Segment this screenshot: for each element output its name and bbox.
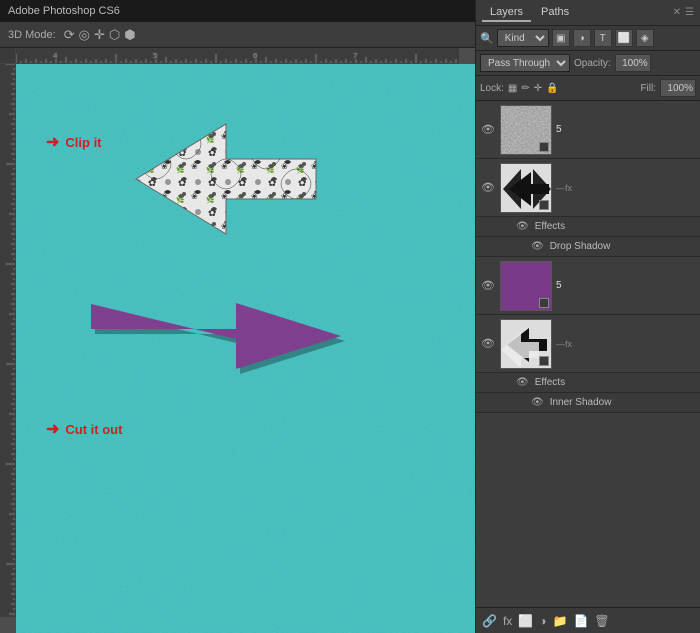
layer-eye-1[interactable]: 👁 bbox=[480, 122, 496, 138]
layer-chain-icon bbox=[539, 142, 549, 152]
layer-thumb-2 bbox=[500, 163, 552, 213]
scale-icon[interactable]: ⬢ bbox=[124, 27, 135, 43]
layer-eye-4[interactable]: 👁 bbox=[480, 336, 496, 352]
purple-arrow bbox=[71, 259, 351, 414]
layer-thumb-4 bbox=[500, 319, 552, 369]
inner-shadow-row: 👁 Inner Shadow bbox=[476, 393, 700, 413]
cut-it-out-label: Cut it out bbox=[65, 422, 122, 437]
effects-header-4: 👁 Effects bbox=[476, 373, 700, 393]
slide-icon[interactable]: ⬡ bbox=[109, 27, 120, 43]
ruler-vertical bbox=[0, 64, 16, 617]
fill-label: Fill: bbox=[640, 83, 656, 94]
blend-mode-select[interactable]: Pass Through Normal Multiply Screen bbox=[480, 54, 570, 72]
main-canvas: ➜ Clip it ✿ ❀ 🌿 bbox=[16, 64, 475, 633]
lock-paint-btn[interactable]: ✏ bbox=[521, 83, 529, 94]
pan-icon[interactable]: ✛ bbox=[94, 27, 105, 43]
layer-chain-icon-3 bbox=[539, 298, 549, 308]
drop-shadow-row: 👁 Drop Shadow bbox=[476, 237, 700, 257]
rotate-icon[interactable]: ⟳ bbox=[64, 27, 75, 43]
layers-panel: Layers Paths ✕ ☰ 🔍 Kind ▣ ◑ T ⬜ ◈ Pass T… bbox=[475, 0, 700, 633]
layer-thumb-3 bbox=[500, 261, 552, 311]
layers-bottom-toolbar: 🔗 fx ⬜ ◑ 📁 📄 🗑 bbox=[476, 607, 700, 633]
3d-mode-label: 3D Mode: bbox=[8, 29, 56, 41]
lock-transparent-btn[interactable]: ▦ bbox=[508, 83, 517, 94]
layer-eye-2[interactable]: 👁 bbox=[480, 180, 496, 196]
layer-name-3: 5 bbox=[556, 280, 696, 291]
layer-thumb-1 bbox=[500, 105, 552, 155]
drop-shadow-label: Drop Shadow bbox=[550, 241, 611, 252]
inner-shadow-eye[interactable]: 👁 bbox=[531, 397, 544, 408]
floral-arrow-svg: ✿ ❀ 🌿 bbox=[116, 114, 336, 244]
fx-label-4: —fx bbox=[556, 339, 572, 349]
arrow-right-clip-icon: ➜ bbox=[46, 132, 59, 152]
canvas-area: ➜ Clip it ✿ ❀ 🌿 bbox=[0, 48, 475, 633]
link-layers-icon[interactable]: 🔗 bbox=[482, 614, 497, 628]
layer-info-2: —fx bbox=[556, 183, 696, 193]
clip-it-label: Clip it bbox=[65, 135, 101, 150]
3d-toolbar-icons: ⟳ ◎ ✛ ⬡ ⬢ bbox=[64, 27, 136, 43]
arrow-right-cut-icon: ➜ bbox=[46, 419, 59, 439]
panel-close-icon[interactable]: ✕ bbox=[673, 7, 681, 18]
adjustment-filter-btn[interactable]: ◑ bbox=[573, 29, 591, 47]
drop-shadow-eye[interactable]: 👁 bbox=[531, 241, 544, 252]
layer-fx-4: —fx bbox=[556, 339, 696, 349]
panel-menu-icon[interactable]: ☰ bbox=[685, 7, 694, 18]
opacity-label: Opacity: bbox=[574, 58, 611, 69]
add-mask-icon[interactable]: ⬜ bbox=[518, 614, 533, 628]
new-group-icon[interactable]: 📁 bbox=[553, 614, 568, 628]
new-layer-icon[interactable]: 📄 bbox=[573, 614, 588, 628]
layer-chain-icon-4 bbox=[539, 356, 549, 366]
layer-eye-3[interactable]: 👁 bbox=[480, 278, 496, 294]
layer-item-4[interactable]: 👁 —fx bbox=[476, 315, 700, 373]
thumb-grainy-1 bbox=[501, 106, 551, 154]
clip-label-group: ➜ Clip it bbox=[46, 132, 102, 152]
fx-label-2: —fx bbox=[556, 183, 572, 193]
shape-filter-btn[interactable]: ⬜ bbox=[615, 29, 633, 47]
pixel-filter-btn[interactable]: ▣ bbox=[552, 29, 570, 47]
layers-blend-row: Pass Through Normal Multiply Screen Opac… bbox=[476, 51, 700, 76]
layer-info-1: 5 bbox=[556, 124, 696, 135]
effects-header-2: 👁 Effects bbox=[476, 217, 700, 237]
search-icon: 🔍 bbox=[480, 32, 494, 45]
layer-info-4: —fx bbox=[556, 339, 696, 349]
layer-name-1: 5 bbox=[556, 124, 696, 135]
smart-filter-btn[interactable]: ◈ bbox=[636, 29, 654, 47]
inner-shadow-label: Inner Shadow bbox=[550, 397, 612, 408]
effects-header-label-2: Effects bbox=[535, 221, 565, 232]
kind-select[interactable]: Kind bbox=[497, 29, 549, 47]
layer-item-1[interactable]: 👁 5 bbox=[476, 101, 700, 159]
effects-eye-2[interactable]: 👁 bbox=[516, 221, 529, 232]
new-adjustment-icon[interactable]: ◑ bbox=[539, 614, 546, 628]
layer-item-2[interactable]: 👁 —fx bbox=[476, 159, 700, 217]
effects-header-label-4: Effects bbox=[535, 377, 565, 388]
ruler-horizontal bbox=[16, 48, 459, 64]
effects-eye-4[interactable]: 👁 bbox=[516, 377, 529, 388]
add-fx-icon[interactable]: fx bbox=[503, 614, 512, 628]
layer-fx-2: —fx bbox=[556, 183, 696, 193]
tab-paths[interactable]: Paths bbox=[533, 4, 577, 22]
layers-list: 👁 5 👁 bbox=[476, 101, 700, 607]
cut-label-group: ➜ Cut it out bbox=[46, 419, 122, 439]
type-filter-btn[interactable]: T bbox=[594, 29, 612, 47]
tab-layers[interactable]: Layers bbox=[482, 4, 531, 22]
opacity-input[interactable] bbox=[615, 54, 651, 72]
lock-label: Lock: bbox=[480, 83, 504, 94]
ruler-corner bbox=[0, 48, 16, 64]
layer-info-3: 5 bbox=[556, 280, 696, 291]
purple-arrow-svg bbox=[71, 259, 351, 414]
floral-arrow: ✿ ❀ 🌿 bbox=[116, 114, 336, 244]
layers-kind-toolbar: 🔍 Kind ▣ ◑ T ⬜ ◈ bbox=[476, 26, 700, 51]
app-title: Adobe Photoshop CS6 bbox=[8, 5, 120, 17]
layers-panel-header: Layers Paths ✕ ☰ bbox=[476, 0, 700, 26]
layer-chain-icon-2 bbox=[539, 200, 549, 210]
delete-layer-icon[interactable]: 🗑 bbox=[594, 614, 609, 628]
lock-all-btn[interactable]: 🔒 bbox=[546, 83, 558, 94]
layers-lock-row: Lock: ▦ ✏ ✛ 🔒 Fill: bbox=[476, 76, 700, 101]
lock-position-btn[interactable]: ✛ bbox=[534, 83, 542, 94]
layer-item-3[interactable]: 👁 5 bbox=[476, 257, 700, 315]
fill-input[interactable] bbox=[660, 79, 696, 97]
roll-icon[interactable]: ◎ bbox=[79, 27, 90, 43]
